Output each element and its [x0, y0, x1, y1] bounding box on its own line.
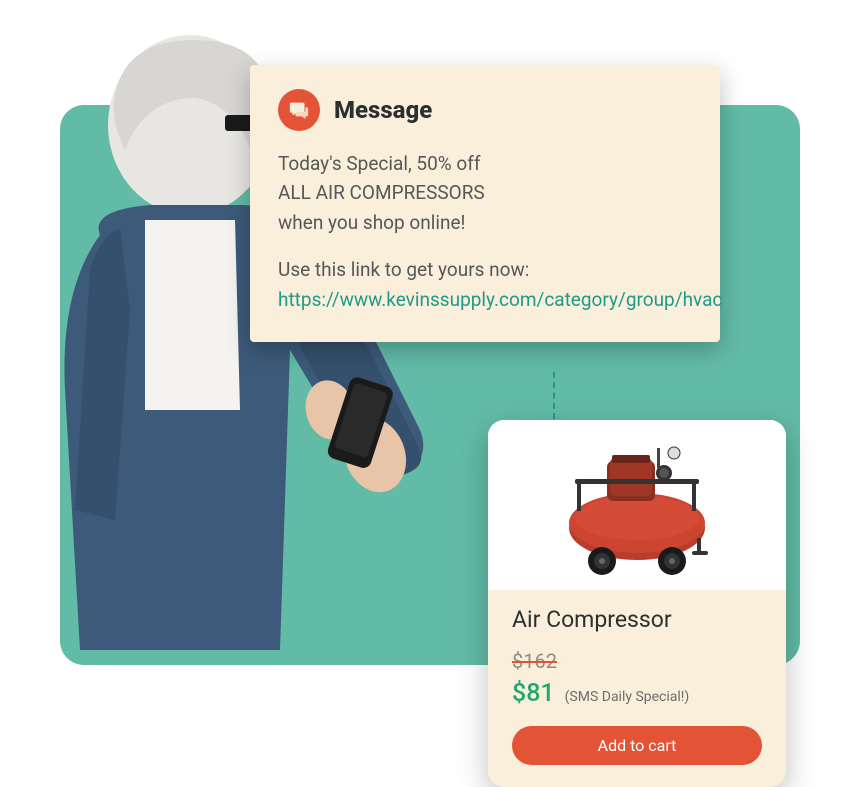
price-note: (SMS Daily Special!) [565, 689, 690, 705]
message-promo-text: Today's Special, 50% off ALL AIR COMPRES… [278, 149, 692, 237]
message-link[interactable]: https://www.kevinssupply.com/category/gr… [278, 288, 722, 311]
compressor-icon [552, 433, 722, 578]
price-row: $81 (SMS Daily Special!) [512, 679, 762, 708]
message-card: Message Today's Special, 50% off ALL AIR… [250, 65, 720, 342]
product-image-area [488, 420, 786, 590]
message-title: Message [334, 96, 432, 124]
price-new: $81 [512, 679, 555, 708]
add-to-cart-button[interactable]: Add to cart [512, 726, 762, 765]
message-cta: Use this link to get yours now: https://… [278, 255, 692, 314]
product-name: Air Compressor [512, 606, 762, 633]
message-body: Today's Special, 50% off ALL AIR COMPRES… [278, 149, 692, 314]
message-header: Message [278, 89, 692, 131]
message-icon [278, 89, 320, 131]
product-info: Air Compressor $162 $81 (SMS Daily Speci… [488, 590, 786, 787]
price-old: $162 [512, 649, 762, 673]
product-card: Air Compressor $162 $81 (SMS Daily Speci… [488, 420, 786, 787]
